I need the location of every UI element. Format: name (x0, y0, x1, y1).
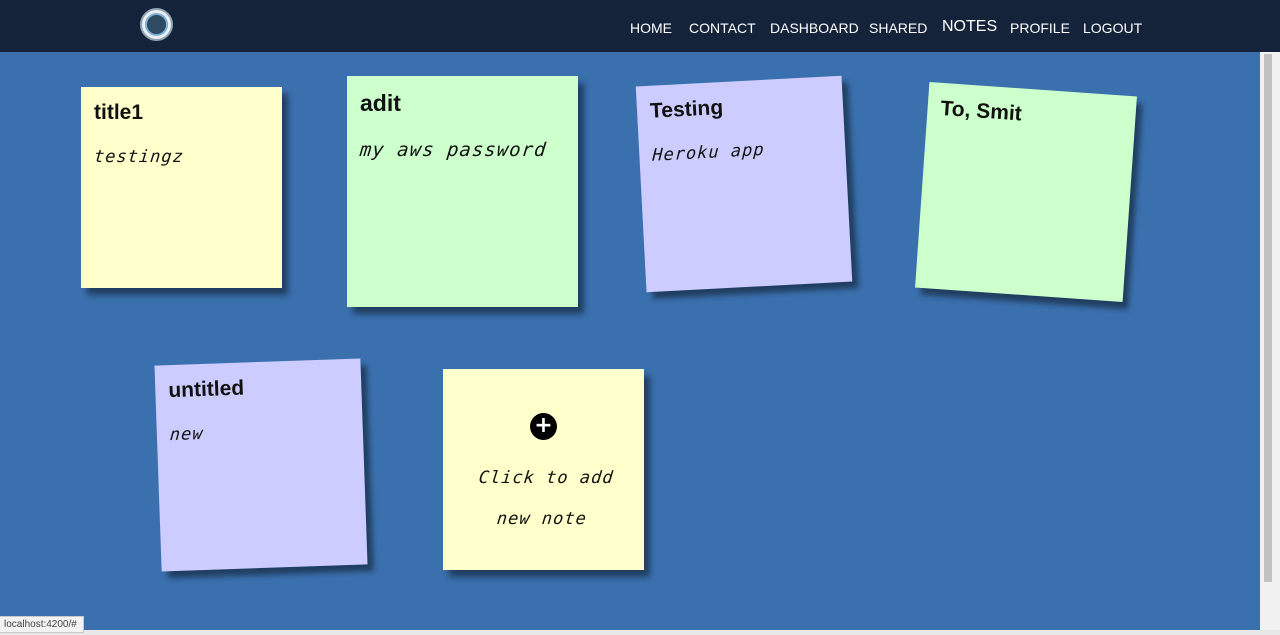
nav-contact[interactable]: CONTACT (689, 20, 756, 36)
note-card[interactable]: adit my aws password (347, 76, 578, 307)
note-card[interactable]: Testing Heroku app (635, 75, 853, 293)
note-body: my aws password (358, 139, 548, 161)
logo[interactable] (140, 8, 173, 41)
add-note-card[interactable]: + Click to add new note (443, 369, 644, 570)
note-title: untitled (167, 376, 245, 403)
add-note-label: Click to add new note (477, 468, 615, 529)
nav-dashboard[interactable]: DASHBOARD (770, 20, 859, 36)
nav-notes[interactable]: NOTES (942, 18, 997, 36)
nav-profile[interactable]: PROFILE (1010, 20, 1070, 36)
plus-circle-icon[interactable]: + (530, 413, 557, 440)
note-title: To, Smit (939, 96, 1023, 126)
nav-logout[interactable]: LOGOUT (1083, 20, 1142, 36)
note-title: title1 (94, 101, 144, 124)
note-body: testingz (92, 147, 185, 167)
note-body (938, 143, 1120, 156)
bottom-bar (0, 630, 1280, 635)
logo-icon (145, 13, 168, 36)
note-title: Testing (649, 96, 724, 123)
scrollbar[interactable] (1260, 52, 1280, 630)
scrollbar-thumb[interactable] (1264, 54, 1272, 582)
note-card[interactable]: untitled new (154, 358, 368, 572)
note-card[interactable]: To, Smit (915, 81, 1137, 303)
status-url: localhost:4200/# (0, 616, 84, 633)
note-body: new (169, 423, 205, 446)
nav-shared[interactable]: SHARED (869, 20, 927, 36)
navbar: HOME CONTACT DASHBOARD SHARED NOTES PROF… (0, 0, 1280, 52)
note-body: Heroku app (651, 139, 766, 166)
nav-home[interactable]: HOME (630, 20, 672, 36)
note-title: adit (360, 90, 401, 116)
note-card[interactable]: title1 testingz (81, 87, 282, 288)
